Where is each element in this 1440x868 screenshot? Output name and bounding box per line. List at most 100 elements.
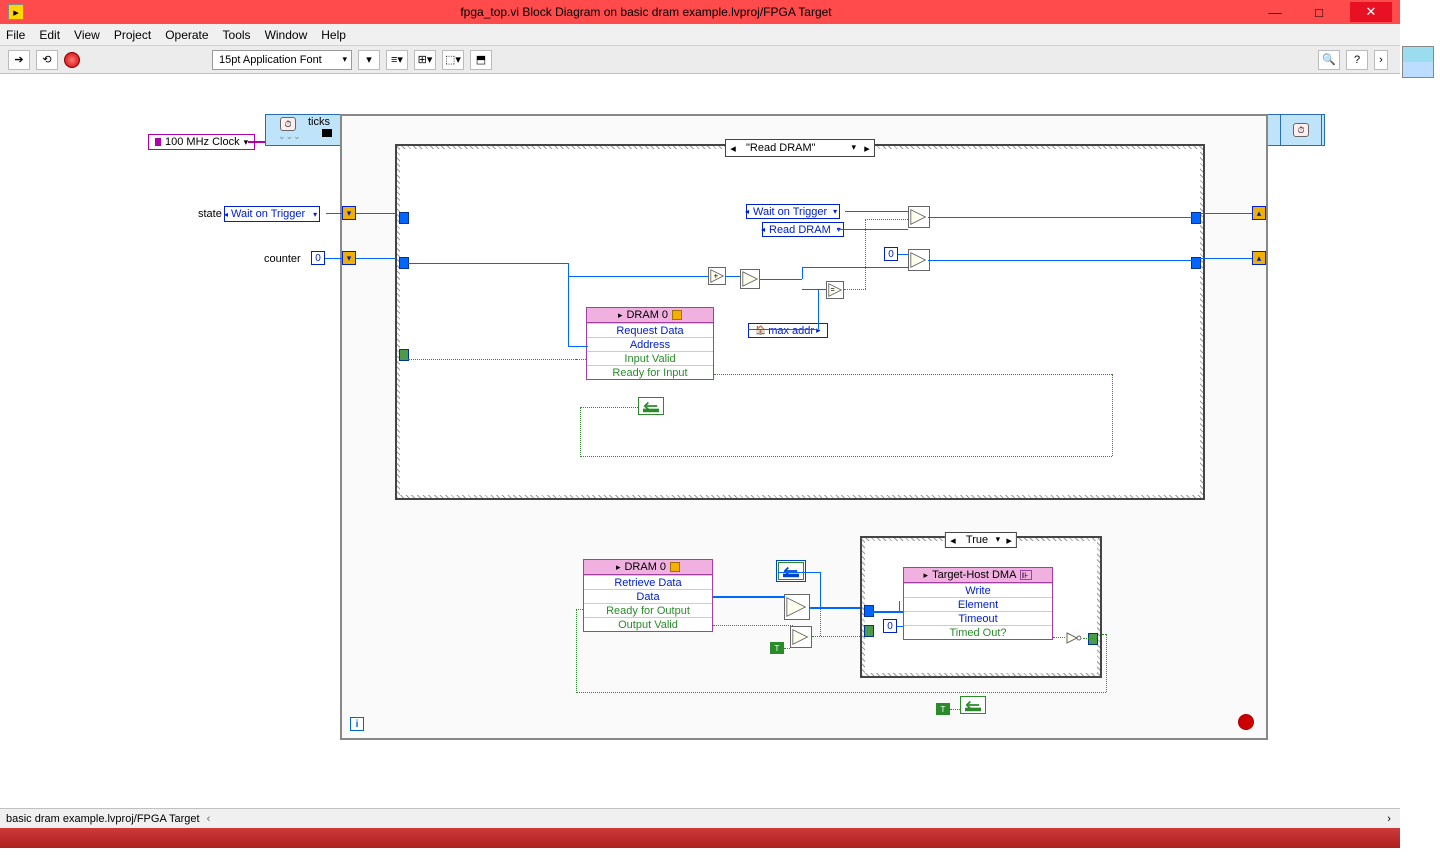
- dram0b-output-valid: Output Valid: [584, 617, 712, 631]
- zero-value: 0: [888, 249, 894, 260]
- true-case-selector[interactable]: ◂ True▾ ▸: [945, 532, 1017, 548]
- menu-help[interactable]: Help: [321, 28, 346, 42]
- counter-label: counter: [264, 253, 301, 265]
- highlight-button[interactable]: ›: [1374, 50, 1388, 70]
- scroll-right-arrow[interactable]: ›: [1387, 813, 1394, 825]
- menu-window[interactable]: Window: [265, 28, 308, 42]
- menu-file[interactable]: File: [6, 28, 25, 42]
- bool-t2-value: T: [941, 705, 946, 714]
- state-enum-value: Wait on Trigger: [231, 208, 305, 220]
- minimize-button[interactable]: —: [1262, 2, 1288, 22]
- maximize-button[interactable]: □: [1306, 2, 1332, 22]
- wait-on-trigger-enum[interactable]: Wait on Trigger: [746, 204, 840, 219]
- shift-register-right-state[interactable]: ▴: [1252, 206, 1266, 220]
- toolbar: ➔ ⟲ 15pt Application Font ▾ ≡▾ ⊞▾ ⬚▾ ⬒ 🔍…: [0, 46, 1400, 74]
- font-size-dropdown[interactable]: ▾: [358, 50, 380, 70]
- dram0-ready-for-input: Ready for Input: [587, 365, 713, 379]
- zero-const[interactable]: 0: [884, 247, 898, 261]
- feedback-node-1[interactable]: [638, 397, 664, 415]
- bool-t-value: T: [775, 644, 780, 653]
- clock-icon: ⏱: [280, 117, 296, 131]
- font-select[interactable]: 15pt Application Font: [212, 50, 352, 70]
- counter-value: 0: [315, 253, 321, 264]
- tunnel-valid[interactable]: [864, 625, 874, 637]
- case-next-button[interactable]: ▸: [860, 140, 874, 156]
- run-button[interactable]: ➔: [8, 50, 30, 70]
- reorder-button[interactable]: ⬒: [470, 50, 492, 70]
- shift-register-left-state[interactable]: ▾: [342, 206, 356, 220]
- clock-source[interactable]: 100 MHz Clock: [148, 134, 255, 150]
- true-label: True: [966, 534, 988, 546]
- select-state: [908, 206, 930, 228]
- help-button[interactable]: ?: [1346, 50, 1368, 70]
- sctl-header-right: ⏱: [1280, 114, 1322, 146]
- dram0-input-valid: Input Valid: [587, 351, 713, 365]
- block-diagram-canvas[interactable]: ⏱ ⌄⌄⌄ ticks ⏱ 100 MHz Clock state Wait o…: [0, 74, 1400, 808]
- max-addr-label: max addr: [768, 325, 814, 337]
- menu-view[interactable]: View: [74, 28, 100, 42]
- dram0-title: DRAM 0: [626, 309, 668, 321]
- case-structure-read-dram[interactable]: ◂ "Read DRAM" ▸: [395, 144, 1205, 500]
- svg-text:=: =: [831, 286, 835, 294]
- true-case-value[interactable]: True▾: [960, 534, 1002, 546]
- shift-register-right-counter[interactable]: ▴: [1252, 251, 1266, 265]
- resize-button[interactable]: ⬚▾: [442, 50, 464, 70]
- titlebar: ▸ fpga_top.vi Block Diagram on basic dra…: [0, 0, 1400, 24]
- max-addr-local[interactable]: max addr: [748, 323, 828, 338]
- dram0b-data: Data: [584, 589, 712, 603]
- iteration-terminal[interactable]: i: [350, 717, 364, 731]
- target-host-dma-node[interactable]: ▸Target-Host DMA⊪ Write Element Timeout …: [903, 567, 1053, 640]
- distribute-button[interactable]: ⊞▾: [414, 50, 436, 70]
- abort-button[interactable]: [64, 52, 80, 68]
- state-enum[interactable]: Wait on Trigger: [224, 206, 320, 222]
- run-continuous-button[interactable]: ⟲: [36, 50, 58, 70]
- status-arrow[interactable]: ‹: [204, 813, 211, 825]
- menu-tools[interactable]: Tools: [223, 28, 251, 42]
- case-value[interactable]: "Read DRAM": [740, 142, 860, 154]
- select-data: [784, 594, 810, 620]
- search-button[interactable]: 🔍: [1318, 50, 1340, 70]
- menu-edit[interactable]: Edit: [39, 28, 60, 42]
- dram0b-retrieve: Retrieve Data: [584, 575, 712, 589]
- align-button[interactable]: ≡▾: [386, 50, 408, 70]
- font-label: 15pt Application Font: [219, 54, 322, 66]
- clock-icon-right: ⏱: [1293, 123, 1309, 137]
- feedback-node-3[interactable]: [960, 696, 986, 714]
- dma-zero-value: 0: [887, 621, 893, 632]
- close-button[interactable]: ✕: [1350, 2, 1392, 22]
- iter-label: i: [356, 719, 359, 730]
- dma-element: Element: [904, 597, 1052, 611]
- true-const[interactable]: T: [770, 642, 784, 654]
- dram0b-ready-out: Ready for Output: [584, 603, 712, 617]
- statusbar: basic dram example.lvproj/FPGA Target ‹ …: [0, 808, 1400, 828]
- status-path: basic dram example.lvproj/FPGA Target: [6, 813, 200, 825]
- dram0-retrieve-node[interactable]: ▸DRAM 0 Retrieve Data Data Ready for Out…: [583, 559, 713, 632]
- read-dram-enum[interactable]: Read DRAM: [762, 222, 844, 237]
- dma-timeout-const[interactable]: 0: [883, 619, 897, 633]
- vi-icon[interactable]: [1402, 46, 1434, 78]
- loop-condition[interactable]: [1238, 714, 1254, 730]
- true-prev-button[interactable]: ◂: [946, 532, 960, 548]
- select-counter: [908, 249, 930, 271]
- menu-operate[interactable]: Operate: [165, 28, 208, 42]
- dma-title: Target-Host DMA: [932, 569, 1016, 581]
- case-structure-true[interactable]: ◂ True▾ ▸ 0 ▸Target-Host DMA⊪ Write Elem: [860, 536, 1102, 678]
- true-next-button[interactable]: ▸: [1002, 532, 1016, 548]
- tunnel-timedout[interactable]: [1088, 633, 1098, 645]
- dram0-request-node[interactable]: ▸DRAM 0 Request Data Address Input Valid…: [586, 307, 714, 380]
- menu-project[interactable]: Project: [114, 28, 151, 42]
- tunnel-state-in[interactable]: [399, 212, 409, 224]
- dma-timeout: Timeout: [904, 611, 1052, 625]
- read-enum-value: Read DRAM: [769, 224, 831, 236]
- case-selector[interactable]: ◂ "Read DRAM" ▸: [725, 139, 875, 157]
- dma-write: Write: [904, 583, 1052, 597]
- dram0-address: Address: [587, 337, 713, 351]
- increment-node: +: [708, 267, 726, 285]
- clock-label: 100 MHz Clock: [165, 136, 240, 148]
- true-const-2[interactable]: T: [936, 703, 950, 715]
- app-icon: ▸: [8, 4, 24, 20]
- select-pass: [740, 269, 760, 289]
- shift-register-left-counter[interactable]: ▾: [342, 251, 356, 265]
- case-prev-button[interactable]: ◂: [726, 140, 740, 156]
- counter-const[interactable]: 0: [311, 251, 325, 265]
